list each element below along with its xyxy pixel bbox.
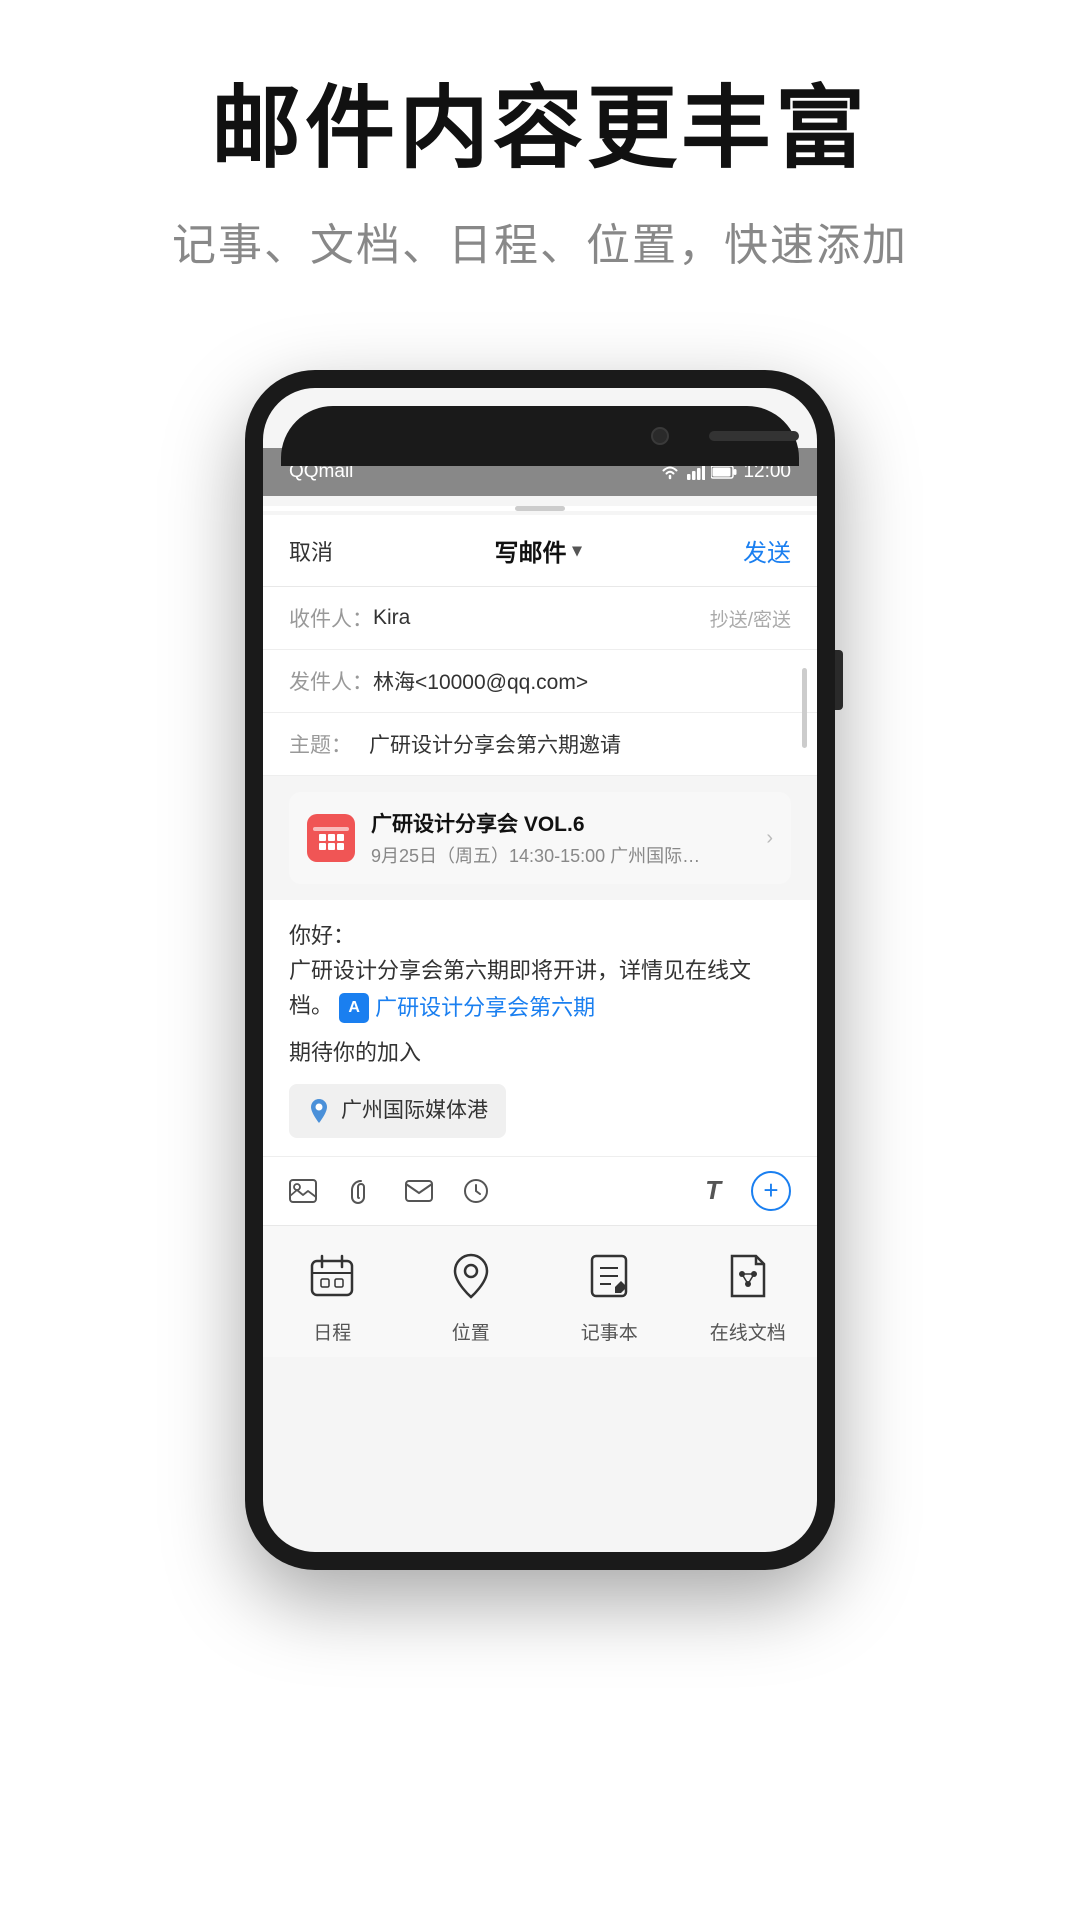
calendar-time: 9月25日（周五）14:30-15:00 广州国际… — [371, 842, 750, 868]
document-action-label: 在线文档 — [710, 1318, 786, 1345]
subject-field-row: 主题： 广研设计分享会第六期邀请 — [263, 713, 817, 776]
attach-icon[interactable] — [347, 1177, 375, 1205]
calendar-action-label: 日程 — [313, 1318, 351, 1345]
doc-small-icon: A — [339, 993, 369, 1023]
calendar-card[interactable]: 广研设计分享会 VOL.6 9月25日（周五）14:30-15:00 广州国际…… — [289, 792, 791, 884]
send-button[interactable]: 发送 — [743, 533, 791, 568]
to-value[interactable]: Kira — [373, 606, 710, 630]
action-notes[interactable]: 记事本 — [559, 1244, 659, 1345]
from-value[interactable]: 林海<10000@qq.com> — [373, 666, 791, 696]
location-name: 广州国际媒体港 — [341, 1094, 488, 1128]
clock-icon[interactable] — [463, 1178, 489, 1204]
scroll-indicator — [802, 668, 807, 748]
cancel-button[interactable]: 取消 — [289, 535, 333, 567]
to-label: 收件人： — [289, 603, 373, 633]
calendar-icon — [307, 814, 355, 862]
page-title: 邮件内容更丰富 — [0, 80, 1080, 179]
doc-link[interactable]: A 广研设计分享会第六期 — [339, 990, 595, 1025]
phone-notch — [281, 406, 799, 466]
action-location[interactable]: 位置 — [421, 1244, 521, 1345]
notes-action-icon — [577, 1244, 641, 1308]
calendar-action-icon — [300, 1244, 364, 1308]
calendar-details: 广研设计分享会 VOL.6 9月25日（周五）14:30-15:00 广州国际… — [371, 808, 750, 868]
battery-icon — [711, 465, 737, 479]
drag-handle — [515, 506, 565, 511]
location-card[interactable]: 广州国际媒体港 — [289, 1084, 506, 1138]
speaker — [709, 431, 799, 441]
bottom-actions: 日程 位置 — [263, 1244, 817, 1345]
bottom-action-bar: 日程 位置 — [263, 1225, 817, 1357]
subject-value[interactable]: 广研设计分享会第六期邀请 — [369, 729, 791, 759]
to-field-row: 收件人： Kira 抄送/密送 — [263, 587, 817, 650]
title-chevron-icon: ▾ — [572, 540, 581, 561]
action-calendar[interactable]: 日程 — [282, 1244, 382, 1345]
from-label: 发件人： — [289, 666, 373, 696]
notes-action-label: 记事本 — [581, 1318, 638, 1345]
action-document[interactable]: 在线文档 — [698, 1244, 798, 1345]
card-chevron-icon: › — [766, 827, 773, 850]
phone-mockup: QQmail — [245, 370, 835, 1570]
nav-bar: 取消 写邮件 ▾ 发送 — [263, 515, 817, 587]
body-text: 广研设计分享会第六期即将开讲，详情见在线文 档。 A 广研设计分享会第六期 — [289, 953, 791, 1025]
compose-title: 写邮件 ▾ — [494, 533, 581, 568]
page-subtitle: 记事、文档、日程、位置，快速添加 — [0, 209, 1080, 273]
add-more-button[interactable]: + — [751, 1171, 791, 1211]
phone-shell: QQmail — [245, 370, 835, 1570]
expect-text: 期待你的加入 — [289, 1035, 791, 1070]
side-button — [835, 650, 843, 710]
cc-bcc-label[interactable]: 抄送/密送 — [710, 605, 791, 632]
subject-label: 主题： — [289, 729, 369, 759]
image-icon[interactable] — [289, 1179, 317, 1203]
document-action-icon — [716, 1244, 780, 1308]
greeting: 你好： — [289, 918, 791, 953]
signal-icon — [687, 464, 705, 480]
location-action-label: 位置 — [452, 1318, 490, 1345]
location-pin-icon — [307, 1097, 331, 1125]
wifi-icon — [659, 464, 681, 480]
from-field-row: 发件人： 林海<10000@qq.com> — [263, 650, 817, 713]
text-format-icon[interactable]: T — [705, 1175, 721, 1206]
email-icon[interactable] — [405, 1180, 433, 1202]
camera — [651, 427, 669, 445]
email-body[interactable]: 你好： 广研设计分享会第六期即将开讲，详情见在线文 档。 A 广研设计分享会第六… — [263, 900, 817, 1156]
phone-screen: QQmail — [263, 388, 817, 1552]
toolbar: T + — [263, 1156, 817, 1225]
page-header: 邮件内容更丰富 记事、文档、日程、位置，快速添加 — [0, 0, 1080, 313]
calendar-title: 广研设计分享会 VOL.6 — [371, 808, 750, 838]
location-action-icon — [439, 1244, 503, 1308]
